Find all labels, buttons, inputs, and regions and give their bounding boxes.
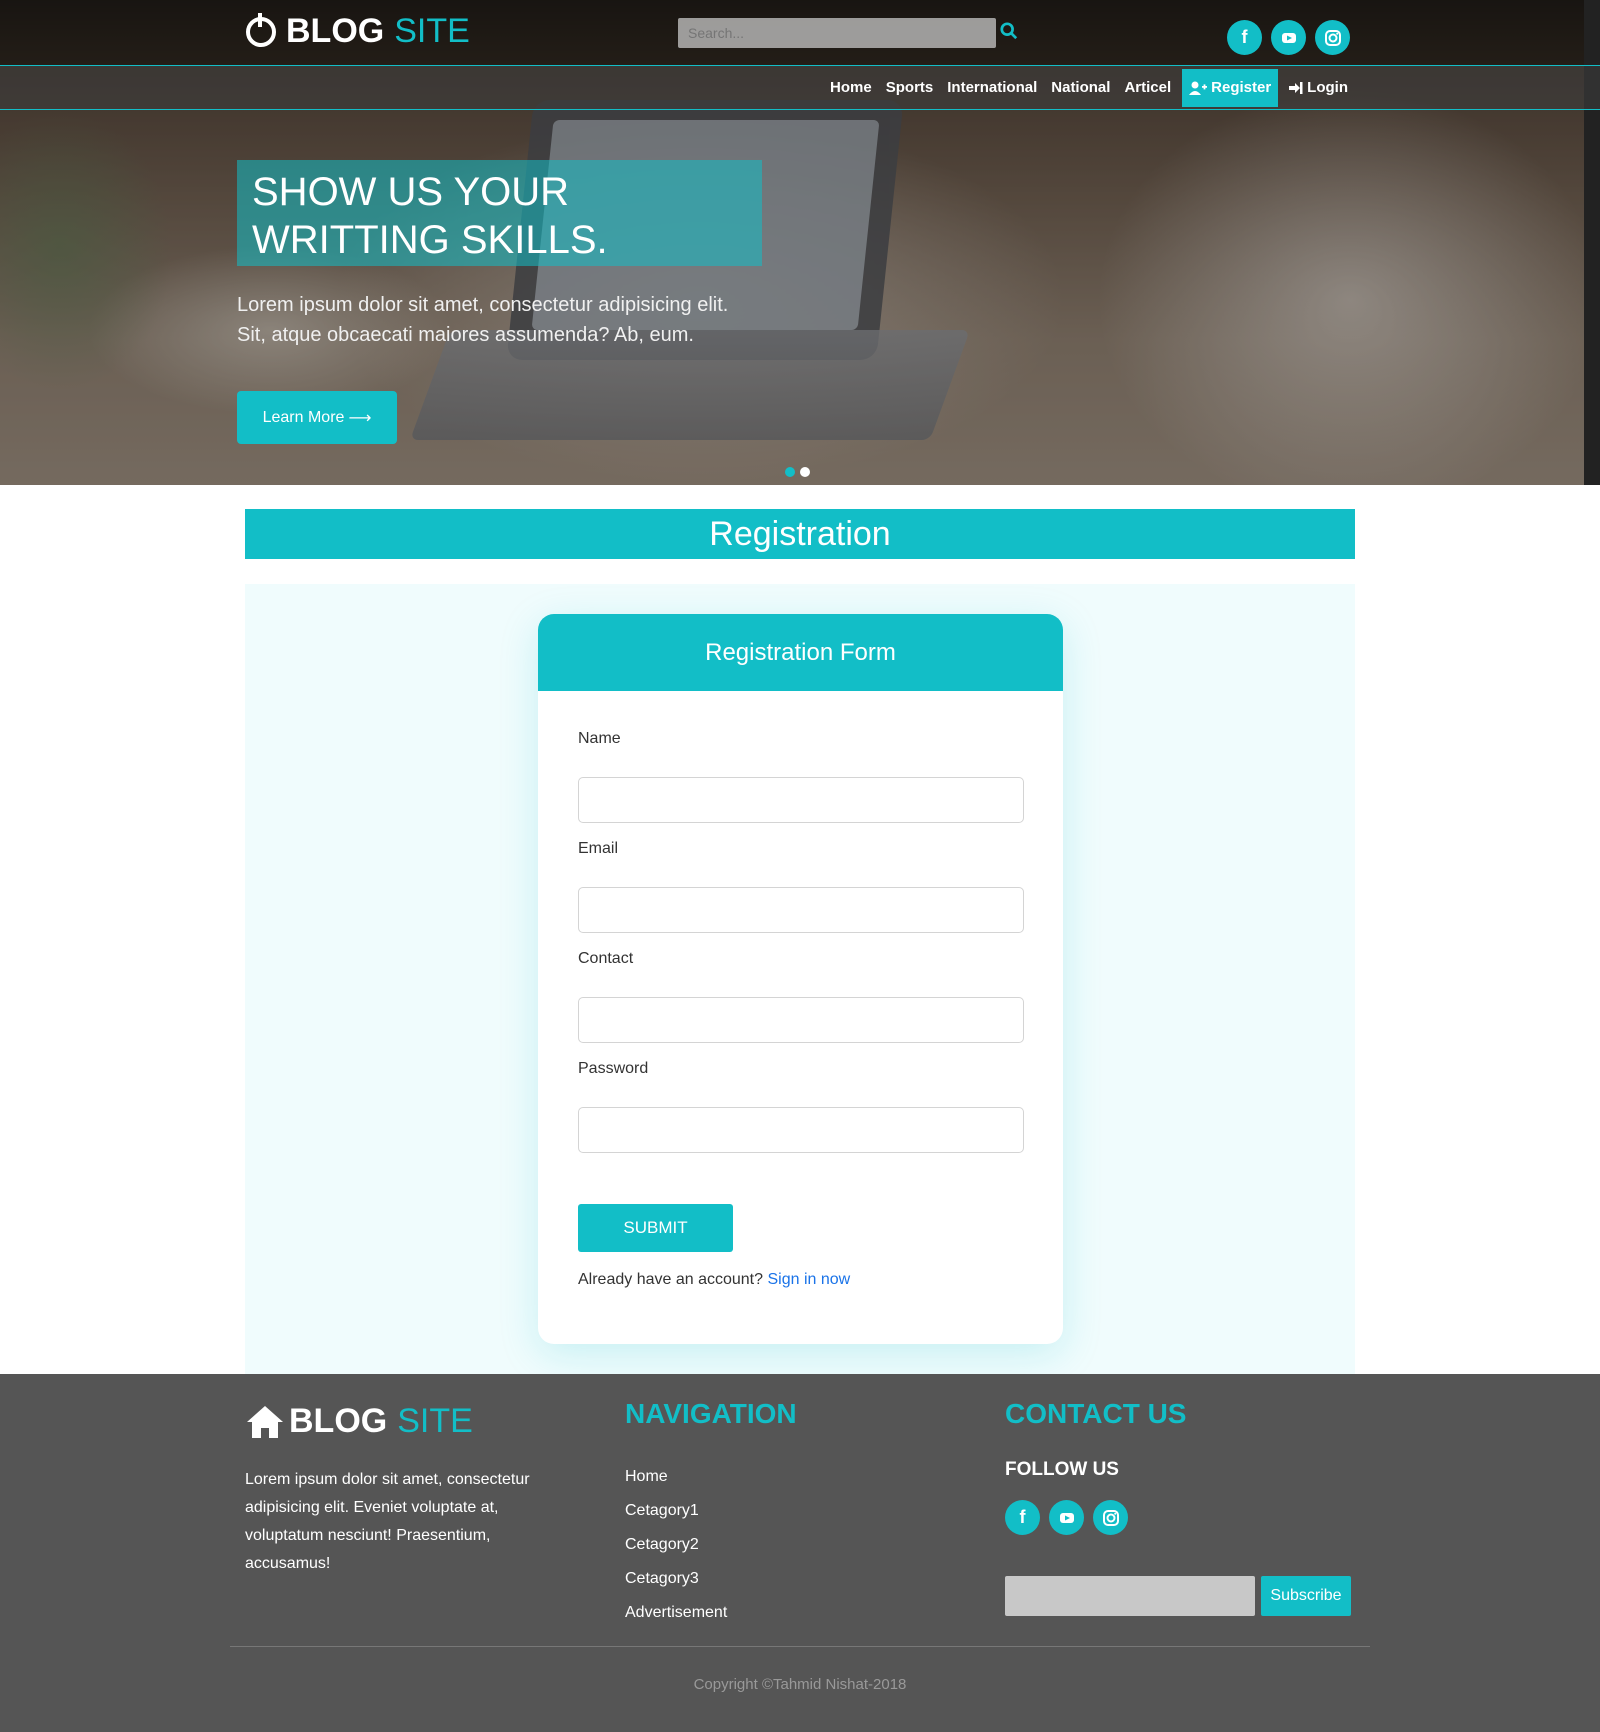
footer-logo-main: BLOG: [289, 1402, 388, 1440]
nav-login-label: Login: [1307, 79, 1348, 96]
nav-articel[interactable]: Articel: [1117, 69, 1178, 107]
top-bar: BLOG SITE f: [0, 0, 1584, 65]
email-field[interactable]: [578, 887, 1024, 933]
copyright: Copyright ©Tahmid Nishat-2018: [693, 1676, 907, 1693]
footer-nav-category1[interactable]: Cetagory1: [625, 1494, 727, 1528]
hero-text: Lorem ipsum dolor sit amet, consectetur …: [237, 294, 729, 346]
subscribe-email-input[interactable]: [1005, 1576, 1255, 1616]
contact-field[interactable]: [578, 997, 1024, 1043]
carousel-dot-1[interactable]: [785, 467, 795, 477]
nav-national[interactable]: National: [1044, 69, 1117, 107]
navigation-heading: NAVIGATION: [625, 1398, 797, 1429]
search-icon[interactable]: [1000, 22, 1018, 40]
youtube-icon[interactable]: [1049, 1500, 1084, 1535]
nav-register[interactable]: Register: [1182, 68, 1279, 107]
nav-register-label: Register: [1211, 79, 1272, 96]
account-text: Already have an account?: [578, 1271, 764, 1288]
learn-more-label: Learn More: [262, 408, 345, 426]
subscribe-button[interactable]: Subscribe: [1261, 1576, 1351, 1616]
carousel-dot-2[interactable]: [800, 467, 810, 477]
learn-more-button[interactable]: Learn More ⟶: [237, 391, 397, 444]
password-field[interactable]: [578, 1107, 1024, 1153]
footer-nav: Home Cetagory1 Cetagory2 Cetagory3 Adver…: [625, 1460, 727, 1630]
signin-prompt: Already have an account? Sign in now: [578, 1271, 850, 1289]
contact-label: Contact: [578, 950, 634, 967]
submit-button[interactable]: SUBMIT: [578, 1204, 733, 1252]
footer-nav-category3[interactable]: Cetagory3: [625, 1562, 727, 1596]
form-title: Registration Form: [538, 614, 1063, 691]
sign-in-icon: [1289, 81, 1303, 94]
footer-logo-accent: SITE: [397, 1402, 473, 1440]
footer-social-links: f: [1005, 1500, 1128, 1535]
footer-nav-advertisement[interactable]: Advertisement: [625, 1596, 727, 1630]
name-field[interactable]: [578, 777, 1024, 823]
name-label: Name: [578, 730, 621, 747]
nav-sports[interactable]: Sports: [879, 69, 941, 107]
logo-main: BLOG: [286, 12, 385, 50]
instagram-icon[interactable]: [1093, 1500, 1128, 1535]
facebook-icon[interactable]: f: [1005, 1500, 1040, 1535]
instagram-icon[interactable]: [1315, 20, 1350, 55]
youtube-icon[interactable]: [1271, 20, 1306, 55]
arrow-right-icon: ⟶: [348, 409, 372, 427]
nav-international[interactable]: International: [940, 69, 1044, 107]
footer-nav-category2[interactable]: Cetagory2: [625, 1528, 727, 1562]
hero-title: SHOW US YOUR WRITTING SKILLS.: [237, 160, 762, 266]
footer: BLOG SITE Lorem ipsum dolor sit amet, co…: [0, 1374, 1600, 1732]
footer-logo[interactable]: BLOG SITE: [245, 1402, 473, 1441]
footer-nav-home[interactable]: Home: [625, 1460, 727, 1494]
header-social-links: f: [1227, 20, 1350, 55]
hero-section: BLOG SITE f Home Sports International Na…: [0, 0, 1600, 485]
main-nav: Home Sports International National Artic…: [0, 65, 1600, 110]
carousel-indicators: [785, 467, 810, 477]
email-label: Email: [578, 840, 619, 857]
footer-divider: [230, 1646, 1370, 1647]
registration-banner: Registration: [245, 509, 1355, 559]
user-plus-icon: [1189, 81, 1208, 95]
search-input[interactable]: [678, 18, 996, 48]
nav-home[interactable]: Home: [823, 69, 879, 107]
contact-heading: CONTACT US: [1005, 1398, 1187, 1429]
registration-form: Registration Form Name Email Contact Pas…: [538, 614, 1063, 1344]
footer-about: Lorem ipsum dolor sit amet, consectetur …: [245, 1471, 530, 1572]
power-icon: [246, 12, 276, 47]
nav-login[interactable]: Login: [1282, 69, 1355, 107]
sign-in-link[interactable]: Sign in now: [767, 1271, 850, 1288]
site-logo[interactable]: BLOG SITE: [246, 12, 470, 51]
password-label: Password: [578, 1060, 649, 1077]
logo-accent: SITE: [394, 12, 470, 50]
follow-heading: FOLLOW US: [1005, 1459, 1119, 1480]
home-icon: [247, 1405, 283, 1438]
facebook-icon[interactable]: f: [1227, 20, 1262, 55]
